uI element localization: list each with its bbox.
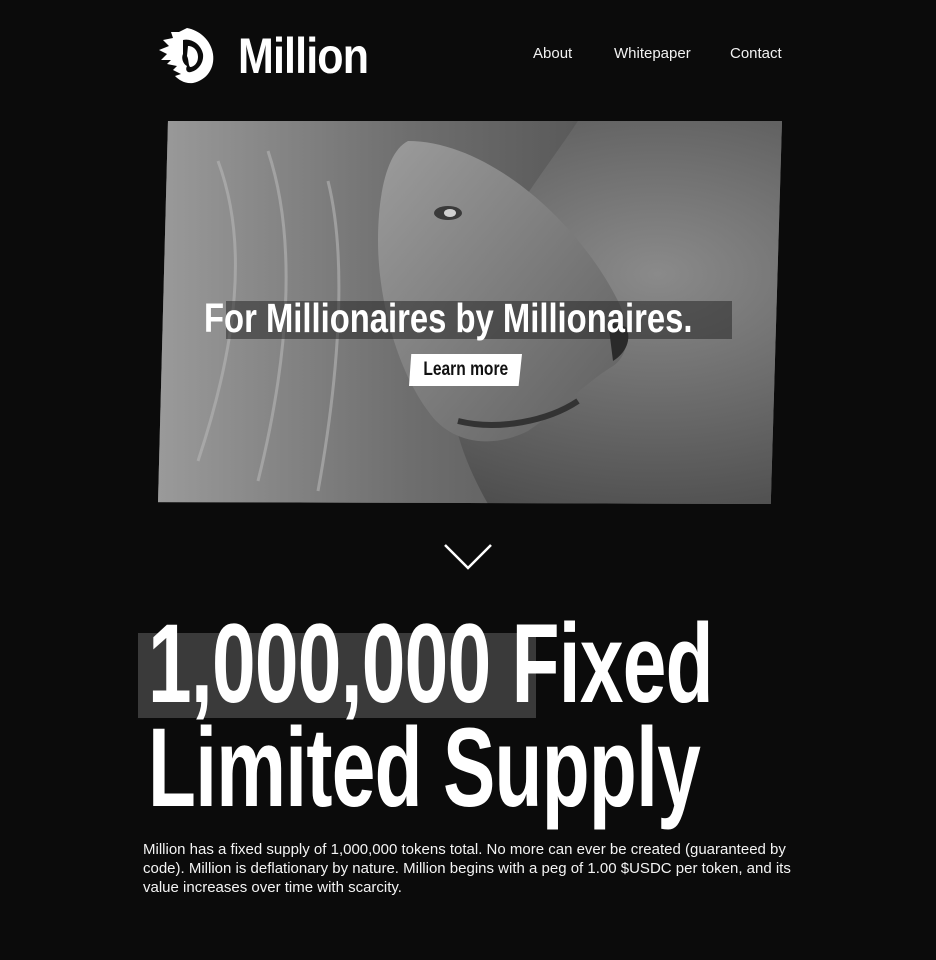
lion-head-icon[interactable] xyxy=(157,26,215,84)
supply-description: Million has a fixed supply of 1,000,000 … xyxy=(143,841,791,896)
nav-about[interactable]: About xyxy=(533,44,572,64)
supply-headline: 1,000,000 Fixed Limited Supply xyxy=(148,601,848,830)
nav-contact[interactable]: Contact xyxy=(730,44,782,64)
hero-tagline: For Millionaires by Millionaires. xyxy=(204,295,693,341)
chevron-down-icon[interactable] xyxy=(443,543,493,571)
supply-headline-line2: Limited Supply xyxy=(148,705,701,830)
brand-name[interactable]: Million xyxy=(238,24,369,88)
learn-more-button[interactable]: Learn more xyxy=(409,354,522,386)
learn-more-label: Learn more xyxy=(423,359,508,380)
supply-headline-line1: 1,000,000 Fixed xyxy=(148,601,714,726)
nav-whitepaper[interactable]: Whitepaper xyxy=(614,44,691,64)
